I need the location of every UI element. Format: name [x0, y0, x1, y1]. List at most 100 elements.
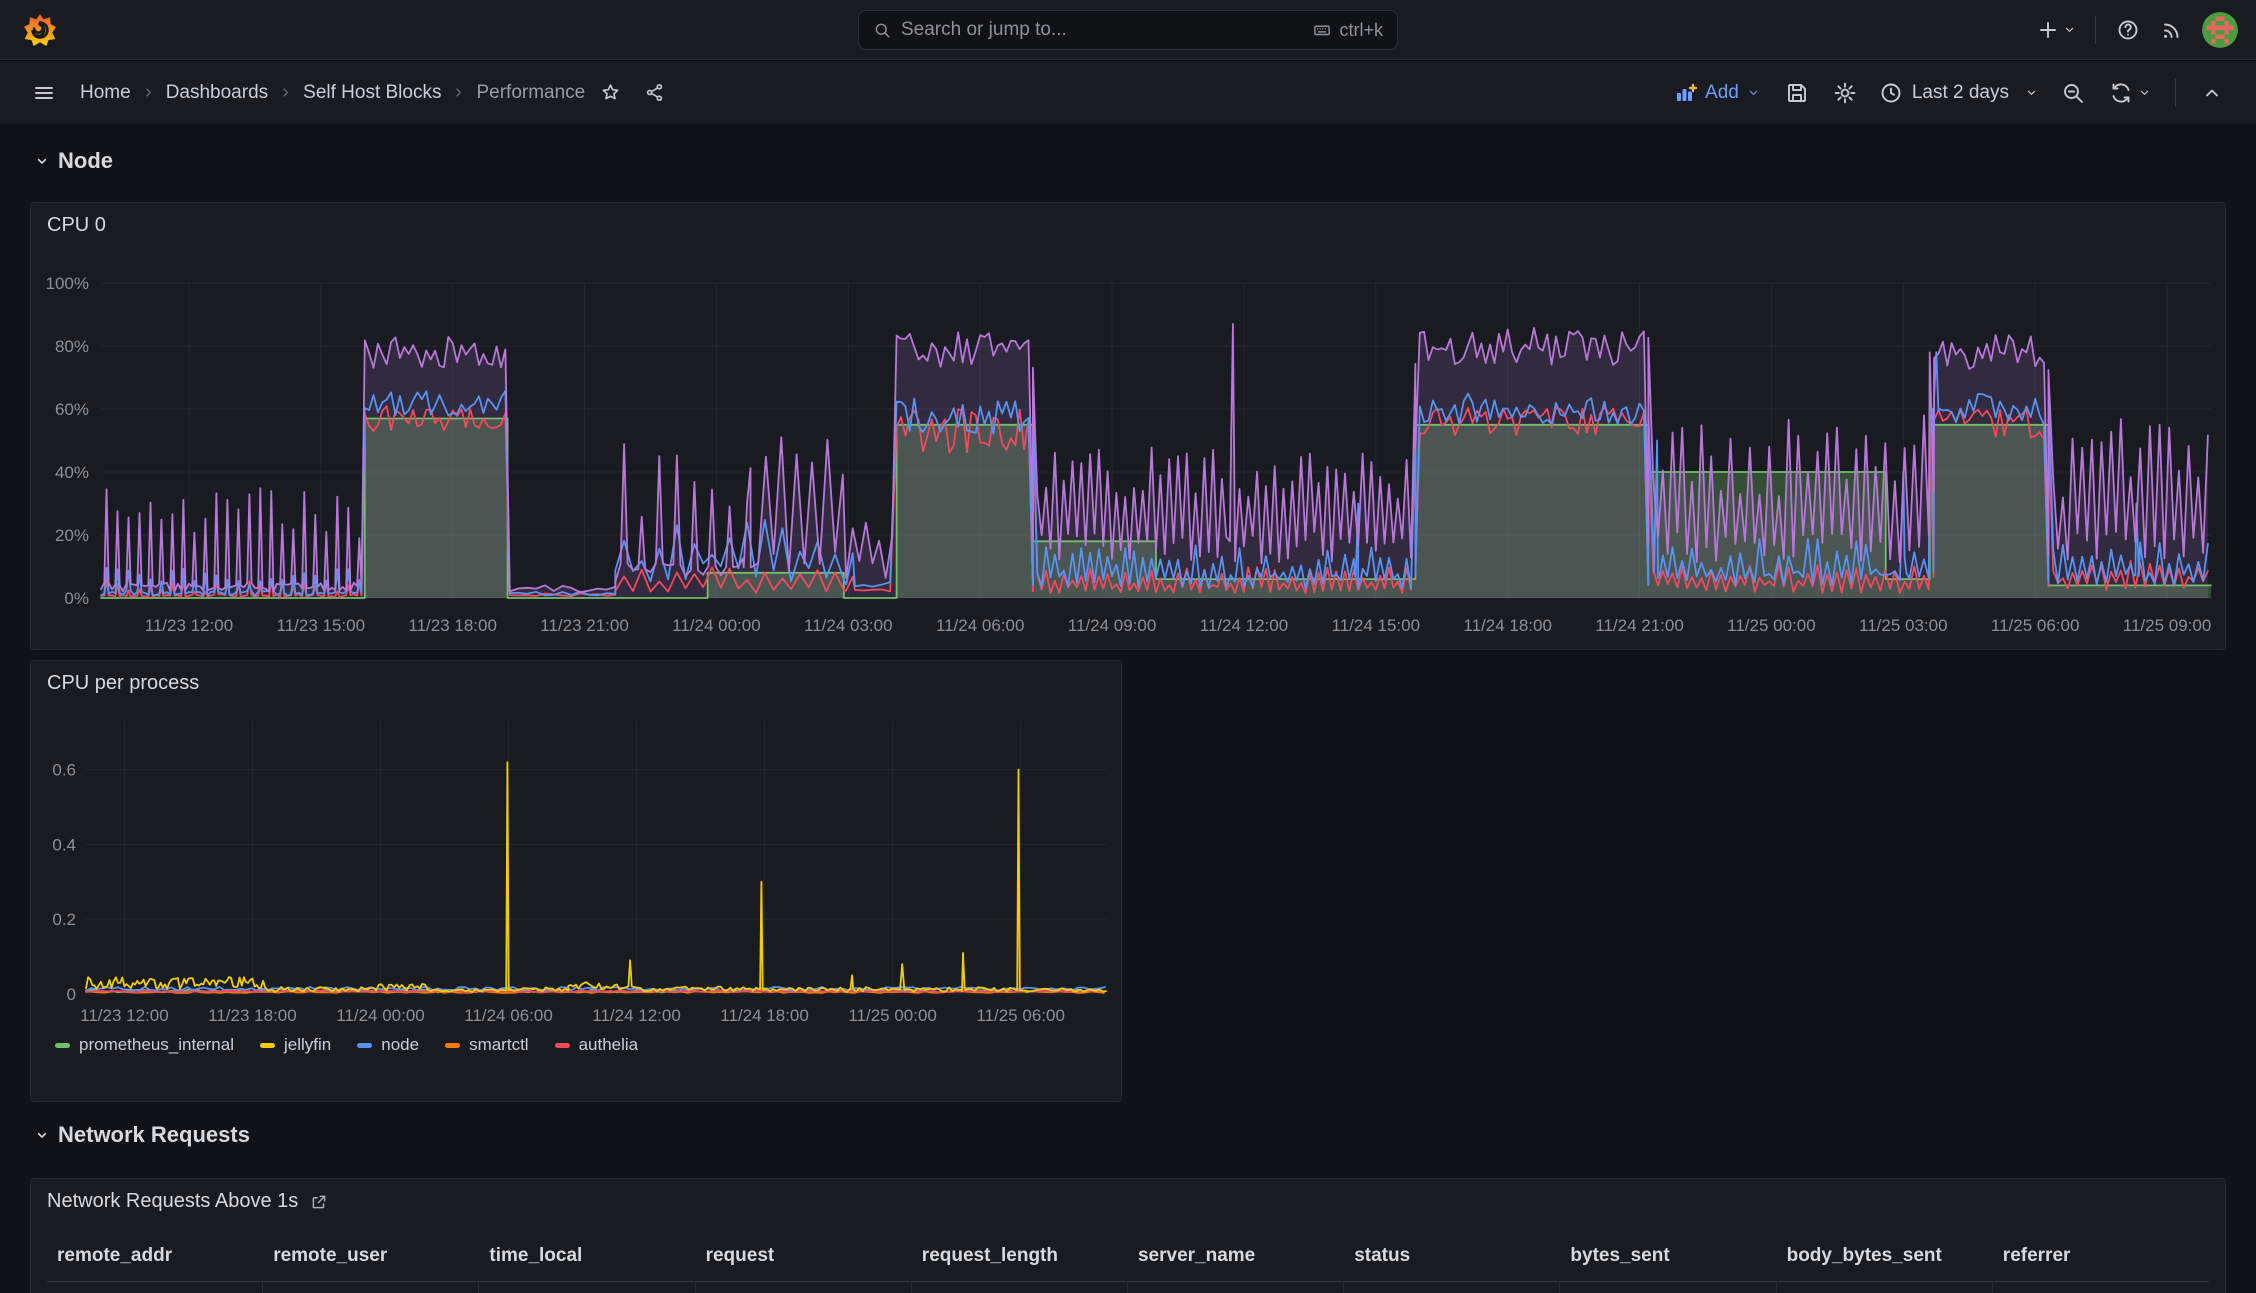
- breadcrumb: Home Dashboards Self Host Blocks Perform…: [80, 82, 585, 104]
- grafana-home-button[interactable]: [18, 8, 62, 52]
- panel-cpu-per-process: CPU per process 0 0.2 0.4 0.6 11/23 12:00 11/…: [30, 660, 1122, 1102]
- table-header-remote_addr[interactable]: remote_addr: [47, 1235, 263, 1281]
- table-header-time_local[interactable]: time_local: [479, 1235, 695, 1281]
- legend-item-smartctl[interactable]: smartctl: [445, 1035, 529, 1055]
- search-placeholder: Search or jump to...: [901, 19, 1067, 40]
- svg-text:11/24 18:00: 11/24 18:00: [720, 1006, 809, 1025]
- table-header-status[interactable]: status: [1344, 1235, 1560, 1281]
- table-header-body_bytes_sent[interactable]: body_bytes_sent: [1777, 1235, 1993, 1281]
- time-range-picker[interactable]: Last 2 days: [1871, 81, 2047, 105]
- legend-color-chip: [357, 1042, 373, 1048]
- share-button[interactable]: [635, 71, 673, 115]
- svg-text:11/24 00:00: 11/24 00:00: [672, 616, 761, 635]
- legend-item-node[interactable]: node: [357, 1035, 419, 1055]
- svg-text:11/25 06:00: 11/25 06:00: [1991, 616, 2080, 635]
- breadcrumb-current: Performance: [476, 81, 586, 103]
- favorite-star-button[interactable]: [591, 71, 629, 115]
- dashboard-toolbar: Home Dashboards Self Host Blocks Perform…: [0, 61, 2256, 124]
- row-network-requests-toggle[interactable]: Network Requests: [34, 1122, 250, 1148]
- legend-label: smartctl: [469, 1035, 529, 1054]
- legend-label: jellyfin: [283, 1035, 332, 1054]
- refresh-button[interactable]: [2099, 71, 2161, 115]
- svg-text:11/24 12:00: 11/24 12:00: [1200, 616, 1289, 635]
- mega-menu-toggle[interactable]: [22, 71, 66, 115]
- chevron-right-icon: [278, 85, 293, 100]
- collapse-toolbar-button[interactable]: [2190, 71, 2234, 115]
- breadcrumb-home[interactable]: Home: [80, 82, 131, 104]
- svg-text:11/24 06:00: 11/24 06:00: [936, 616, 1025, 635]
- svg-text:11/24 18:00: 11/24 18:00: [1463, 616, 1552, 635]
- table-header-request[interactable]: request: [696, 1235, 912, 1281]
- svg-text:11/23 12:00: 11/23 12:00: [80, 1006, 169, 1025]
- chevron-down-icon: [2024, 85, 2039, 100]
- svg-text:11/24 06:00: 11/24 06:00: [464, 1006, 553, 1025]
- dashboard-settings-button[interactable]: [1823, 71, 1867, 115]
- panel-cpu0: CPU 0 0% 20% 40% 60% 80% 100% 11/23 12:00 11/23…: [30, 202, 2226, 650]
- table-header-referrer[interactable]: referrer: [1993, 1235, 2209, 1281]
- clock-icon: [1879, 81, 1903, 105]
- cpu0-chart-canvas[interactable]: 0% 20% 40% 60% 80% 100% 11/23 12:00 11/23 15:00…: [31, 203, 2225, 649]
- help-button[interactable]: [2106, 8, 2150, 52]
- chart-legend: prometheus_internal jellyfin node smartctl a…: [55, 1035, 638, 1055]
- add-panel-button[interactable]: Add: [1674, 81, 1761, 105]
- table-cell: 192.168.50.101: [47, 1282, 264, 1293]
- breadcrumb-dashboards[interactable]: Dashboards: [166, 82, 268, 104]
- save-dashboard-button[interactable]: [1775, 71, 1819, 115]
- user-avatar-button[interactable]: [2202, 11, 2238, 48]
- table-header-bytes_sent[interactable]: bytes_sent: [1560, 1235, 1776, 1281]
- svg-text:11/23 12:00: 11/23 12:00: [145, 616, 234, 635]
- search-icon: [873, 21, 891, 39]
- table-header-request_length[interactable]: request_length: [912, 1235, 1128, 1281]
- svg-text:11/25 03:00: 11/25 03:00: [1859, 616, 1948, 635]
- svg-text:11/24 09:00: 11/24 09:00: [1068, 616, 1157, 635]
- table-cell: 1071: [912, 1282, 1128, 1293]
- svg-text:0%: 0%: [64, 589, 89, 608]
- legend-color-chip: [445, 1042, 461, 1048]
- panel-title[interactable]: Network Requests Above 1s: [47, 1190, 328, 1213]
- section-title: Node: [58, 148, 113, 173]
- chevron-down-icon: [1746, 85, 1761, 100]
- svg-text:20%: 20%: [55, 526, 89, 545]
- avatar: [2202, 11, 2238, 48]
- search-input[interactable]: Search or jump to... ctrl+k: [858, 10, 1398, 50]
- chevron-down-icon: [34, 153, 50, 169]
- keyboard-icon: [1313, 21, 1331, 39]
- zoom-out-time-button[interactable]: [2051, 71, 2095, 115]
- time-range-label: Last 2 days: [1911, 81, 2009, 103]
- svg-text:0: 0: [67, 985, 76, 1004]
- row-node-toggle[interactable]: Node: [34, 148, 113, 174]
- svg-text:11/24 12:00: 11/24 12:00: [592, 1006, 681, 1025]
- panel-title[interactable]: CPU 0: [47, 214, 106, 237]
- svg-text:80%: 80%: [55, 337, 89, 356]
- svg-text:11/23 18:00: 11/23 18:00: [208, 1006, 297, 1025]
- table-cell: GET /jellyfin/socket HTTP/1.1: [696, 1282, 912, 1293]
- new-menu-button[interactable]: [2027, 8, 2085, 52]
- news-button[interactable]: [2150, 8, 2194, 52]
- chevron-right-icon: [141, 85, 156, 100]
- legend-item-jellyfin[interactable]: jellyfin: [259, 1035, 332, 1055]
- legend-item-prometheus_internal[interactable]: prometheus_internal: [55, 1035, 234, 1055]
- section-title: Network Requests: [58, 1122, 250, 1147]
- panel-title[interactable]: CPU per process: [47, 672, 199, 695]
- svg-text:11/24 15:00: 11/24 15:00: [1332, 616, 1421, 635]
- table-row: 192.168.50.101 24/Nov/2023:00:04:18 +0100…: [47, 1281, 2209, 1293]
- table-header-remote_user[interactable]: remote_user: [263, 1235, 479, 1281]
- table-cell: 101: [1344, 1282, 1561, 1293]
- table-cell: jellyfin.example.com: [1128, 1282, 1345, 1293]
- external-link-icon[interactable]: [310, 1193, 328, 1211]
- svg-text:0.4: 0.4: [52, 835, 76, 854]
- table-cell: 876: [1777, 1282, 1993, 1293]
- svg-text:11/23 18:00: 11/23 18:00: [408, 616, 497, 635]
- chevron-right-icon: [451, 85, 466, 100]
- svg-text:60%: 60%: [55, 400, 89, 419]
- table-header-server_name[interactable]: server_name: [1128, 1235, 1344, 1281]
- legend-color-chip: [55, 1042, 70, 1048]
- legend-item-authelia[interactable]: authelia: [554, 1035, 638, 1055]
- search-shortcut: ctrl+k: [1313, 20, 1383, 41]
- table-cell: 1088: [1560, 1282, 1777, 1293]
- breadcrumb-folder[interactable]: Self Host Blocks: [303, 82, 441, 104]
- table-cell: [263, 1282, 480, 1293]
- svg-text:11/23 15:00: 11/23 15:00: [277, 616, 366, 635]
- svg-text:100%: 100%: [46, 274, 89, 293]
- svg-text:11/23 21:00: 11/23 21:00: [540, 616, 629, 635]
